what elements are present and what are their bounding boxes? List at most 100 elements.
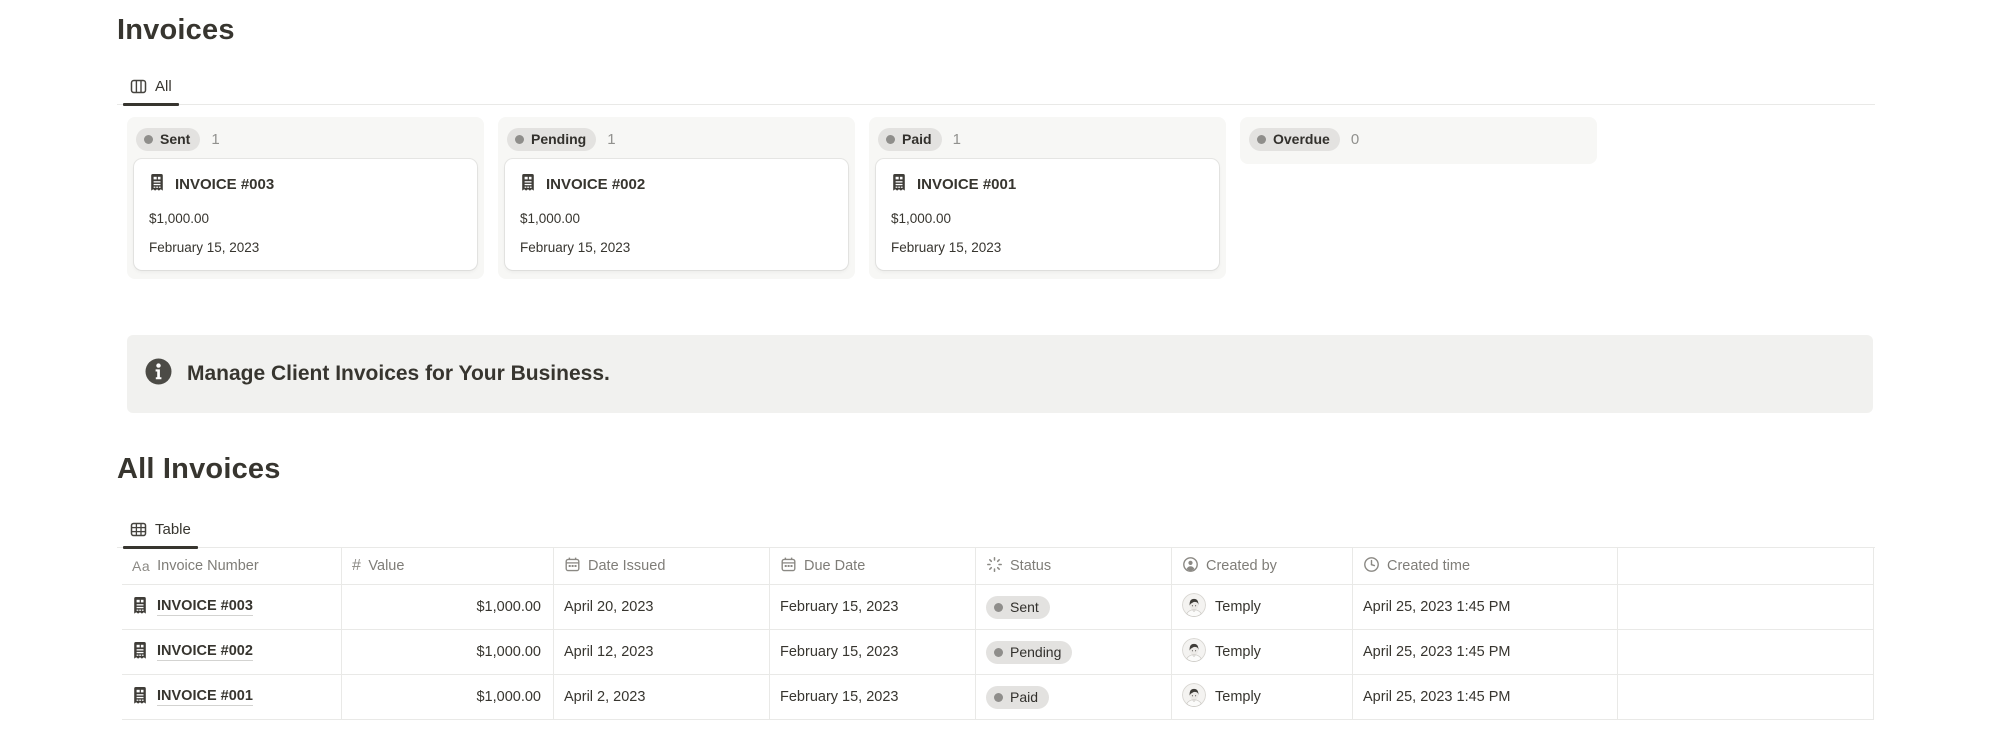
table-header-row: Aa Invoice Number # Value Date Issued Du… — [122, 548, 1874, 585]
status-pill: Paid — [878, 128, 942, 151]
column-header-date-issued[interactable]: Date Issued — [554, 548, 770, 584]
status-pill: Pending — [986, 641, 1072, 664]
cell-status[interactable]: Pending — [976, 630, 1172, 674]
cell-due-date[interactable]: February 15, 2023 — [770, 585, 976, 629]
status-pill: Sent — [986, 596, 1050, 619]
table-view-tabbar: Table — [117, 514, 1875, 548]
board-card-invoice-002[interactable]: INVOICE #002 $1,000.00 February 15, 2023 — [505, 159, 848, 270]
status-pill: Sent — [136, 128, 200, 151]
column-header-created-by[interactable]: Created by — [1172, 548, 1353, 584]
board-card-invoice-001[interactable]: INVOICE #001 $1,000.00 February 15, 2023 — [876, 159, 1219, 270]
card-due-date: February 15, 2023 — [520, 240, 833, 255]
group-count: 1 — [607, 131, 615, 148]
card-title[interactable]: INVOICE #001 — [891, 173, 1204, 196]
board-card-invoice-003[interactable]: INVOICE #003 $1,000.00 February 15, 2023 — [134, 159, 477, 270]
cell-date-issued[interactable]: April 2, 2023 — [554, 675, 770, 719]
invoice-link[interactable]: INVOICE #001 — [157, 688, 253, 706]
receipt-icon — [149, 173, 165, 196]
card-value: $1,000.00 — [520, 211, 833, 226]
status-icon — [986, 556, 1003, 577]
board-group-sent: Sent 1 INVOICE #003 $1,000.00 February 1… — [127, 117, 484, 279]
calendar-icon — [564, 556, 581, 577]
card-due-date: February 15, 2023 — [149, 240, 462, 255]
clock-icon — [1363, 556, 1380, 577]
table-row-invoice-003: INVOICE #003 $1,000.00 April 20, 2023 Fe… — [122, 585, 1874, 630]
cell-created-time[interactable]: April 25, 2023 1:45 PM — [1353, 675, 1618, 719]
person-icon — [1182, 556, 1199, 577]
invoice-link[interactable]: INVOICE #002 — [157, 643, 253, 661]
card-title[interactable]: INVOICE #003 — [149, 173, 462, 196]
cell-empty[interactable] — [1618, 630, 1874, 674]
board-group-paid: Paid 1 INVOICE #001 $1,000.00 February 1… — [869, 117, 1226, 279]
column-header-due-date[interactable]: Due Date — [770, 548, 976, 584]
calendar-icon — [780, 556, 797, 577]
column-header-status[interactable]: Status — [976, 548, 1172, 584]
board-group-header[interactable]: Overdue 0 — [1247, 124, 1590, 155]
column-header-created-time[interactable]: Created time — [1353, 548, 1618, 584]
status-dot-icon — [994, 693, 1003, 702]
receipt-icon — [132, 596, 148, 619]
cell-created-time[interactable]: April 25, 2023 1:45 PM — [1353, 585, 1618, 629]
card-title[interactable]: INVOICE #002 — [520, 173, 833, 196]
board-group-header[interactable]: Pending 1 — [505, 124, 848, 159]
column-header-empty[interactable] — [1618, 548, 1874, 584]
table-body: INVOICE #003 $1,000.00 April 20, 2023 Fe… — [122, 585, 1874, 720]
notion-invoices-page: Invoices All Sent 1 INVO — [0, 0, 1999, 755]
text-type-icon: Aa — [132, 558, 150, 574]
cell-value[interactable]: $1,000.00 — [342, 585, 554, 629]
status-pill: Overdue — [1249, 128, 1340, 151]
callout-text: Manage Client Invoices for Your Business… — [187, 362, 610, 386]
status-dot-icon — [994, 603, 1003, 612]
cell-created-by[interactable]: Temply — [1172, 675, 1353, 719]
avatar — [1182, 593, 1206, 621]
board-view-tabbar: All — [117, 71, 1875, 105]
receipt-icon — [520, 173, 536, 196]
page-title-invoices: Invoices — [117, 0, 1875, 47]
cell-value[interactable]: $1,000.00 — [342, 675, 554, 719]
cell-due-date[interactable]: February 15, 2023 — [770, 630, 976, 674]
invoices-table: Aa Invoice Number # Value Date Issued Du… — [122, 548, 1874, 720]
column-header-invoice-number[interactable]: Aa Invoice Number — [122, 548, 342, 584]
board-view-icon — [130, 78, 147, 95]
column-header-value[interactable]: # Value — [342, 548, 554, 584]
board-group-header[interactable]: Paid 1 — [876, 124, 1219, 159]
board-group-header[interactable]: Sent 1 — [134, 124, 477, 159]
receipt-icon — [132, 686, 148, 709]
avatar — [1182, 638, 1206, 666]
cell-status[interactable]: Paid — [976, 675, 1172, 719]
tab-label: All — [155, 78, 172, 95]
cell-date-issued[interactable]: April 12, 2023 — [554, 630, 770, 674]
invoice-link[interactable]: INVOICE #003 — [157, 598, 253, 616]
table-row-invoice-002: INVOICE #002 $1,000.00 April 12, 2023 Fe… — [122, 630, 1874, 675]
cell-invoice-number[interactable]: INVOICE #003 — [122, 585, 342, 629]
cell-invoice-number[interactable]: INVOICE #002 — [122, 630, 342, 674]
cell-value[interactable]: $1,000.00 — [342, 630, 554, 674]
board-group-overdue: Overdue 0 — [1240, 117, 1597, 164]
number-type-icon: # — [352, 557, 361, 575]
cell-created-time[interactable]: April 25, 2023 1:45 PM — [1353, 630, 1618, 674]
tab-label: Table — [155, 521, 191, 538]
group-count: 0 — [1351, 131, 1359, 148]
tab-all-board-view[interactable]: All — [121, 72, 181, 104]
status-dot-icon — [886, 135, 895, 144]
cell-date-issued[interactable]: April 20, 2023 — [554, 585, 770, 629]
invoices-board: Sent 1 INVOICE #003 $1,000.00 February 1… — [127, 117, 1875, 279]
cell-empty[interactable] — [1618, 675, 1874, 719]
cell-due-date[interactable]: February 15, 2023 — [770, 675, 976, 719]
section-title-all-invoices: All Invoices — [117, 453, 1875, 486]
cell-invoice-number[interactable]: INVOICE #001 — [122, 675, 342, 719]
cell-created-by[interactable]: Temply — [1172, 585, 1353, 629]
table-view-icon — [130, 521, 147, 538]
cell-status[interactable]: Sent — [976, 585, 1172, 629]
table-row-invoice-001: INVOICE #001 $1,000.00 April 2, 2023 Feb… — [122, 675, 1874, 720]
board-group-pending: Pending 1 INVOICE #002 $1,000.00 Februar… — [498, 117, 855, 279]
group-count: 1 — [953, 131, 961, 148]
card-due-date: February 15, 2023 — [891, 240, 1204, 255]
receipt-icon — [132, 641, 148, 664]
group-count: 1 — [211, 131, 219, 148]
cell-created-by[interactable]: Temply — [1172, 630, 1353, 674]
tab-table-view[interactable]: Table — [121, 515, 200, 547]
card-value: $1,000.00 — [891, 211, 1204, 226]
cell-empty[interactable] — [1618, 585, 1874, 629]
status-dot-icon — [994, 648, 1003, 657]
